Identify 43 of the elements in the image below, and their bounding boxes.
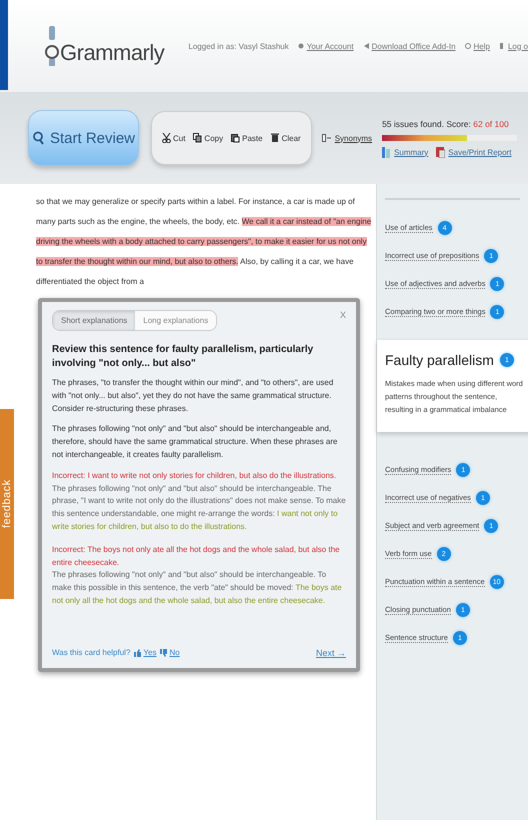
start-review-button[interactable]: Start Review: [28, 110, 139, 166]
explanation-text: The phrases following "not only" and "but also" should be interchangeable and, therefore, should have the same grammatical structure. When these phrases are not interchangeable, it creates faulty parallelism.: [52, 423, 338, 461]
category-title: Faulty parallelism: [385, 352, 494, 368]
next-link[interactable]: Next →: [316, 648, 346, 658]
header-link[interactable]: Your Account: [298, 42, 354, 50]
summary-icon: [382, 146, 392, 158]
report-link[interactable]: Summary: [382, 146, 428, 158]
yes-link[interactable]: Yes: [134, 648, 156, 658]
explanation-text: The phrases, "to transfer the thought within our mind", and "to others", are used with "not only... but also", yet they do not have the same grammatical structure. Consider re-structuring these phrases.: [52, 377, 334, 415]
copy-icon: [193, 133, 202, 143]
synonyms-toggle[interactable]: Synonyms: [322, 134, 372, 142]
search-icon: [32, 131, 44, 145]
card-title: Review this sentence for faulty parallelism, particularly involving "not only... but also": [52, 343, 314, 371]
logo-icon: [44, 26, 60, 66]
header-link[interactable]: Download Office Add-In: [362, 42, 456, 50]
report-icon: [436, 146, 446, 158]
paste-icon: [231, 133, 240, 143]
trash-icon: [270, 133, 280, 143]
edit-button[interactable]: Clear: [270, 133, 301, 143]
header-link[interactable]: Log o: [498, 42, 528, 50]
logo-text: Grammarly: [60, 40, 164, 66]
edit-button[interactable]: Copy: [193, 133, 224, 143]
incorrect-example: Incorrect: The boys not only ate all the hot dogs and the whole salad, but also the entire cheesecake.: [52, 544, 341, 569]
scissors-icon: [162, 133, 171, 143]
report-link[interactable]: Save/Print Report: [436, 146, 512, 158]
edit-button[interactable]: Cut: [162, 133, 186, 143]
toggle-icon: [322, 134, 332, 142]
explanation-tab[interactable]: Short explanations: [53, 311, 136, 330]
incorrect-example: Incorrect: I want to write not only stories for children, but also do the illustrations.: [52, 470, 338, 482]
account-icon: [298, 42, 305, 50]
issues-summary: 55 issues found. Score: 62 of 100: [382, 118, 510, 128]
download-icon: [362, 42, 370, 50]
header-link[interactable]: Help: [464, 42, 490, 50]
edit-button[interactable]: Paste: [231, 133, 263, 143]
editor-text: so that we may generalize or specify parts within a label. For instance, a car is made up of many parts such as the engine, the wheels, the body, etc. We call it a car instead of "an engine driving the wheels with a body attached to carry passengers", to make it easier for us not only to transfer the thought within our mind, but also to others. Also, by calling it a car, we have differentiated the object from a: [36, 196, 372, 288]
login-status: Logged in as: Vasyl Stashuk: [188, 42, 289, 50]
helpful-question: Was this card helpful?: [52, 648, 130, 658]
logout-icon: [498, 42, 506, 50]
thumbs-down-icon: [160, 648, 168, 657]
example-explanation: The phrases following "not only" and "but also" should be interchangeable. The phrase, "I want to write not only do the illustrations" does not make sense. To make this sentence understandable, one might re-arrange the words: I want not only to write stories for children, but also to do the illustrations.: [52, 482, 346, 533]
thumbs-up-icon: [134, 648, 142, 657]
example-explanation: The phrases following "not only" and "but also" should be interchangeable. To make this possible in this sentence, the verb "ate" should be moved: The boys ate not only all the hot dogs and the whole salad, but also the entire cheesecake.: [52, 569, 343, 607]
help-icon: [464, 42, 472, 50]
